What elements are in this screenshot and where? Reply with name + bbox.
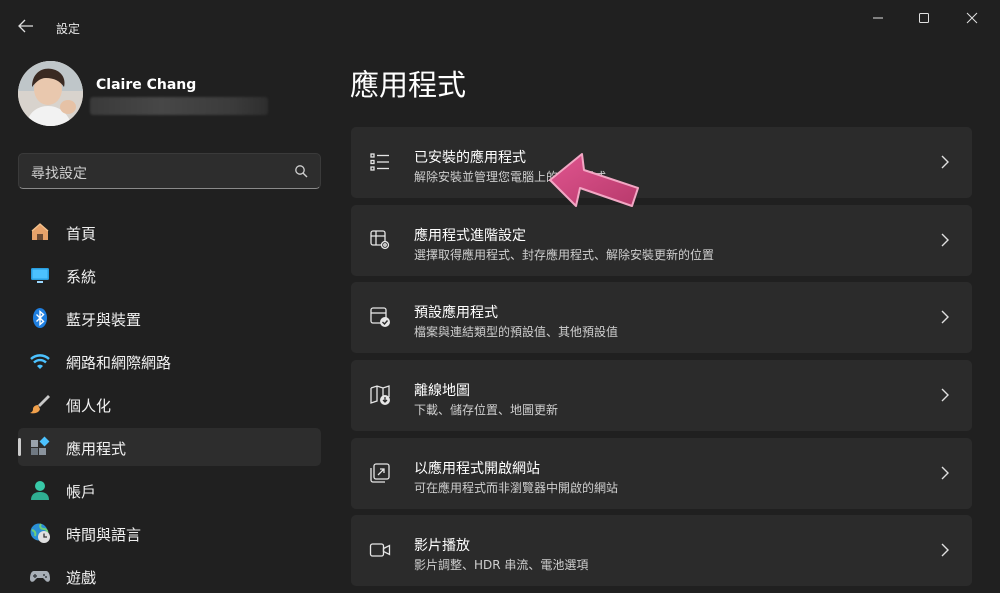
system-icon xyxy=(31,268,49,283)
chevron-right-icon xyxy=(941,233,949,247)
active-indicator xyxy=(18,438,21,456)
card-advanced-app-settings[interactable]: 應用程式進階設定 選擇取得應用程式、封存應用程式、解除安裝更新的位置 xyxy=(351,205,972,276)
bluetooth-icon xyxy=(33,308,47,328)
card-description: 檔案與連結類型的預設值、其他預設值 xyxy=(414,325,619,339)
card-title: 已安裝的應用程式 xyxy=(414,150,526,166)
account-icon xyxy=(31,481,49,500)
app-title: 設定 xyxy=(56,22,81,36)
sidebar-item-system[interactable]: 系統 xyxy=(18,256,321,294)
sidebar-item-personalization[interactable]: 個人化 xyxy=(18,385,321,423)
sidebar-item-bluetooth[interactable]: 藍牙與裝置 xyxy=(18,299,321,337)
card-description: 下載、儲存位置、地圖更新 xyxy=(414,403,559,417)
search-icon[interactable] xyxy=(294,164,308,178)
maximize-icon xyxy=(919,13,929,23)
sidebar-item-accounts[interactable]: 帳戶 xyxy=(18,471,321,509)
search-placeholder: 尋找設定 xyxy=(31,166,87,182)
title-bar: 設定 xyxy=(0,0,1000,48)
card-title: 應用程式進階設定 xyxy=(414,228,526,244)
sidebar-item-home[interactable]: 首頁 xyxy=(18,213,321,251)
close-icon xyxy=(966,12,978,24)
default-apps-icon xyxy=(370,307,390,327)
offline-maps-icon xyxy=(370,385,390,405)
user-photo-icon xyxy=(18,61,83,126)
card-title: 以應用程式開啟網站 xyxy=(414,461,540,477)
apps-for-websites-icon xyxy=(370,463,390,483)
back-arrow-icon xyxy=(18,19,33,33)
card-default-apps[interactable]: 預設應用程式 檔案與連結類型的預設值、其他預設值 xyxy=(351,282,972,353)
time-language-icon xyxy=(30,523,50,543)
chevron-right-icon xyxy=(941,466,949,480)
sidebar-item-time-language[interactable]: 時間與語言 xyxy=(18,514,321,552)
page-title: 應用程式 xyxy=(350,68,467,102)
sidebar-item-label: 首頁 xyxy=(66,225,97,243)
installed-apps-icon xyxy=(370,153,389,171)
chevron-right-icon xyxy=(941,155,949,169)
annotation-arrow-icon xyxy=(549,153,639,207)
video-playback-icon xyxy=(369,543,391,557)
apps-icon xyxy=(31,436,50,455)
chevron-right-icon xyxy=(941,310,949,324)
close-button[interactable] xyxy=(949,6,995,30)
sidebar-item-network[interactable]: 網路和網際網路 xyxy=(18,342,321,380)
sidebar-item-label: 藍牙與裝置 xyxy=(66,311,142,329)
user-email-redacted xyxy=(90,97,268,115)
sidebar-item-label: 應用程式 xyxy=(66,440,127,458)
advanced-app-settings-icon xyxy=(370,230,390,250)
minimize-button[interactable] xyxy=(855,6,901,30)
card-description: 選擇取得應用程式、封存應用程式、解除安裝更新的位置 xyxy=(414,248,715,262)
paintbrush-icon xyxy=(30,395,50,414)
card-title: 離線地圖 xyxy=(414,383,470,399)
minimize-icon xyxy=(873,17,883,19)
sidebar-item-label: 個人化 xyxy=(66,397,112,415)
sidebar-item-label: 時間與語言 xyxy=(66,526,142,544)
user-name: Claire Chang xyxy=(96,77,197,93)
card-title: 影片播放 xyxy=(414,538,470,554)
sidebar-item-label: 遊戲 xyxy=(66,569,97,587)
sidebar-item-label: 系統 xyxy=(66,268,97,286)
sidebar-item-label: 網路和網際網路 xyxy=(66,354,172,372)
back-button[interactable] xyxy=(12,14,40,38)
search-input[interactable]: 尋找設定 xyxy=(18,153,321,189)
card-description: 可在應用程式而非瀏覽器中開啟的網站 xyxy=(414,481,619,495)
gamepad-icon xyxy=(30,571,50,582)
avatar[interactable] xyxy=(18,61,83,126)
wifi-icon xyxy=(30,354,50,369)
card-video-playback[interactable]: 影片播放 影片調整、HDR 串流、電池選項 xyxy=(351,515,972,586)
settings-window: 設定 Claire Chang 尋找設定 首頁 系統 藍牙與裝置 網路和網際網路… xyxy=(0,0,1000,593)
card-apps-for-websites[interactable]: 以應用程式開啟網站 可在應用程式而非瀏覽器中開啟的網站 xyxy=(351,438,972,509)
card-offline-maps[interactable]: 離線地圖 下載、儲存位置、地圖更新 xyxy=(351,360,972,431)
card-title: 預設應用程式 xyxy=(414,305,498,321)
chevron-right-icon xyxy=(941,543,949,557)
sidebar-item-gaming[interactable]: 遊戲 xyxy=(18,557,321,593)
maximize-button[interactable] xyxy=(901,6,947,30)
sidebar-item-apps[interactable]: 應用程式 xyxy=(18,428,321,466)
card-installed-apps[interactable]: 已安裝的應用程式 解除安裝並管理您電腦上的應用程式 xyxy=(351,127,972,198)
card-description: 影片調整、HDR 串流、電池選項 xyxy=(414,558,589,572)
chevron-right-icon xyxy=(941,388,949,402)
home-icon xyxy=(31,223,49,240)
sidebar-item-label: 帳戶 xyxy=(66,483,97,501)
